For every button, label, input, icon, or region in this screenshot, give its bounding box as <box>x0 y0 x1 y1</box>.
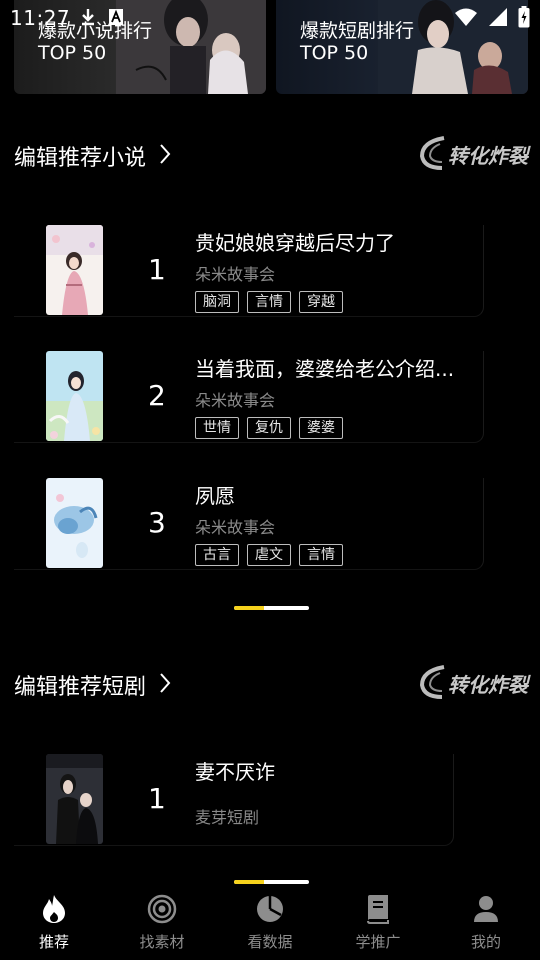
tag: 穿越 <box>299 291 343 313</box>
wifi-icon <box>455 8 477 26</box>
novels-section-header[interactable]: 编辑推荐小说 转化炸裂 <box>14 134 528 174</box>
nav-item-recommend[interactable]: 推荐 <box>0 884 108 960</box>
rank-number: 1 <box>148 782 166 815</box>
drama-title: 妻不厌诈 <box>195 760 275 784</box>
tag-list: 古言 虐文 言情 <box>195 544 343 566</box>
tag: 脑洞 <box>195 291 239 313</box>
target-icon <box>147 894 177 924</box>
book-author: 朵米故事会 <box>195 518 276 537</box>
chevron-right-icon <box>160 673 171 693</box>
bottom-nav: 推荐 找素材 看数据 学推广 我的 <box>0 884 540 960</box>
list-item[interactable]: 3 夙愿 朵米故事会 古言 虐文 言情 <box>14 478 484 570</box>
flame-icon <box>43 895 65 923</box>
book-cover <box>46 478 103 568</box>
tag-list: 世情 复仇 婆婆 <box>195 417 343 439</box>
brand-text: 转化炸裂 <box>448 673 528 697</box>
book-author: 朵米故事会 <box>195 391 276 410</box>
book-title: 夙愿 <box>195 484 235 508</box>
signal-icon <box>489 8 507 26</box>
download-icon <box>82 9 94 26</box>
tag: 言情 <box>247 291 291 313</box>
user-icon <box>474 896 498 922</box>
text-a-icon <box>109 9 123 25</box>
rank-number: 1 <box>148 253 166 286</box>
banner-subtitle: TOP 50 <box>38 42 107 64</box>
nav-item-materials[interactable]: 找素材 <box>108 884 216 960</box>
nav-label: 学推广 <box>355 933 401 951</box>
book-cover <box>46 225 103 315</box>
drama-cover <box>46 754 103 844</box>
book-cover <box>46 351 103 441</box>
nav-label: 看数据 <box>247 933 293 951</box>
section-title: 编辑推荐小说 <box>14 146 147 171</box>
dramas-section-header[interactable]: 编辑推荐短剧 转化炸裂 <box>14 663 528 703</box>
brand-logo: 转化炸裂 <box>416 134 528 172</box>
nav-item-data[interactable]: 看数据 <box>216 884 324 960</box>
list-item[interactable]: 1 妻不厌诈 麦芽短剧 <box>14 754 454 846</box>
book-author: 朵米故事会 <box>195 265 276 284</box>
nav-item-profile[interactable]: 我的 <box>432 884 540 960</box>
tag: 古言 <box>195 544 239 566</box>
tag: 婆婆 <box>299 417 343 439</box>
pie-chart-icon <box>257 896 283 922</box>
drama-producer: 麦芽短剧 <box>195 808 260 827</box>
book-title: 贵妃娘娘穿越后尽力了 <box>195 231 395 255</box>
tag: 言情 <box>299 544 343 566</box>
brand-logo: 转化炸裂 <box>416 663 528 701</box>
nav-label: 推荐 <box>38 933 69 951</box>
nav-label: 我的 <box>470 933 501 951</box>
rank-number: 3 <box>148 506 166 539</box>
battery-icon <box>518 6 530 28</box>
tag: 复仇 <box>247 417 291 439</box>
list-item[interactable]: 2 当着我面，婆婆给老公介绍... 朵米故事会 世情 复仇 婆婆 <box>14 351 484 443</box>
chevron-right-icon <box>160 144 171 164</box>
tag-list: 脑洞 言情 穿越 <box>195 291 343 313</box>
tag: 世情 <box>195 417 239 439</box>
carousel-indicator <box>234 606 309 610</box>
list-item[interactable]: 1 贵妃娘娘穿越后尽力了 朵米故事会 脑洞 言情 穿越 <box>14 225 484 317</box>
status-time: 11:27 <box>10 6 71 30</box>
section-title: 编辑推荐短剧 <box>14 675 147 700</box>
book-title: 当着我面，婆婆给老公介绍... <box>195 357 455 381</box>
carousel-indicator-fill <box>234 606 264 610</box>
nav-label: 找素材 <box>139 933 185 951</box>
brand-text: 转化炸裂 <box>448 144 528 168</box>
rank-number: 2 <box>148 379 166 412</box>
tag: 虐文 <box>247 544 291 566</box>
nav-item-learn[interactable]: 学推广 <box>324 884 432 960</box>
banner-subtitle: TOP 50 <box>300 42 369 64</box>
status-bar: 11:27 <box>0 0 540 36</box>
book-icon <box>367 895 389 924</box>
